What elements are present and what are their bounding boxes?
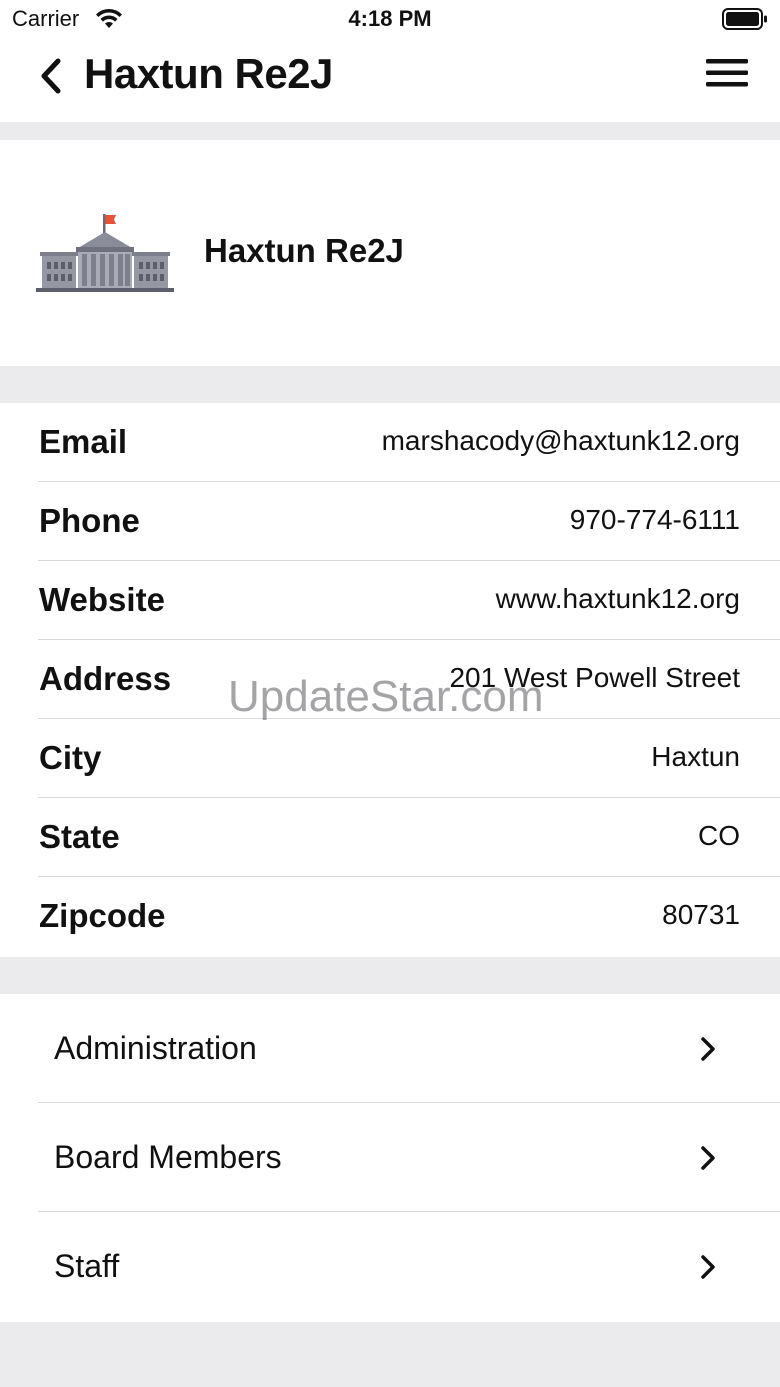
website-row[interactable]: Website www.haxtunk12.org (0, 561, 780, 640)
contact-info-card: Email marshacody@haxtunk12.org Phone 970… (0, 403, 780, 957)
email-value[interactable]: marshacody@haxtunk12.org (382, 425, 740, 457)
chevron-right-icon (701, 1146, 715, 1170)
navigation-bar: Haxtun Re2J (0, 40, 780, 122)
link-staff[interactable]: Staff (0, 1212, 780, 1322)
zipcode-label: Zipcode (39, 897, 166, 934)
status-bar: Carrier 4:18 PM (0, 0, 780, 40)
zipcode-value: 80731 (662, 899, 740, 930)
address-label: Address (39, 660, 172, 697)
city-row: City Haxtun (0, 719, 780, 798)
state-row: State CO (0, 798, 780, 877)
phone-row[interactable]: Phone 970-774-6111 (0, 482, 780, 561)
district-header-card: Haxtun Re2J (0, 140, 780, 366)
state-value: CO (698, 820, 740, 851)
phone-label: Phone (39, 502, 140, 539)
status-time: 4:18 PM (348, 6, 432, 31)
email-row[interactable]: Email marshacody@haxtunk12.org (0, 403, 780, 482)
chevron-left-icon[interactable] (38, 56, 64, 96)
phone-value[interactable]: 970-774-6111 (570, 504, 740, 536)
city-label: City (39, 739, 102, 776)
school-building-icon (36, 214, 174, 292)
navigation-links-card: Administration Board Members Staff (0, 994, 780, 1322)
link-board-members[interactable]: Board Members (0, 1103, 780, 1212)
page-title: Haxtun Re2J (84, 50, 333, 97)
address-row[interactable]: Address 201 West Powell Street (0, 640, 780, 719)
link-label: Administration (54, 1030, 257, 1066)
link-label: Board Members (54, 1139, 282, 1175)
address-value[interactable]: 201 West Powell Street (449, 662, 740, 694)
city-value: Haxtun (651, 741, 740, 772)
website-label: Website (39, 581, 165, 618)
district-name: Haxtun Re2J (204, 232, 404, 269)
chevron-right-icon (701, 1255, 715, 1279)
link-administration[interactable]: Administration (0, 994, 780, 1103)
state-label: State (39, 818, 120, 855)
hamburger-menu-icon[interactable] (706, 56, 748, 90)
link-label: Staff (54, 1248, 120, 1284)
chevron-right-icon (701, 1037, 715, 1061)
website-value[interactable]: www.haxtunk12.org (496, 583, 740, 615)
battery-icon (722, 8, 767, 30)
email-label: Email (39, 423, 128, 460)
zipcode-row: Zipcode 80731 (0, 877, 780, 957)
